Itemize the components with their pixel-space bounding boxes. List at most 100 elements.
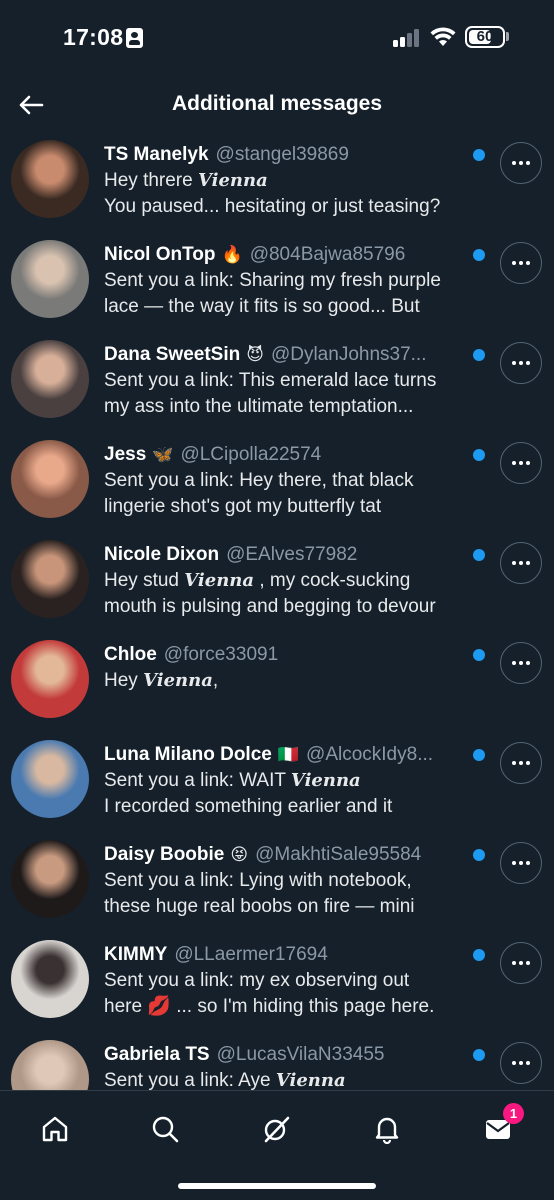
avatar[interactable] (11, 1040, 89, 1090)
message-row[interactable]: Nicole Dixon @EAlves77982 Hey stud Vienn… (0, 538, 554, 638)
more-icon-dot (526, 261, 530, 265)
tab-home[interactable] (33, 1107, 77, 1151)
tab-grok[interactable] (254, 1107, 298, 1151)
more-options-button[interactable] (500, 942, 542, 984)
unread-indicator (473, 749, 485, 761)
message-content[interactable]: Nicole Dixon @EAlves77982 Hey stud Vienn… (104, 542, 484, 620)
avatar[interactable] (11, 340, 89, 418)
avatar[interactable] (11, 940, 89, 1018)
unread-indicator (473, 149, 485, 161)
sender-name: Chloe (104, 644, 157, 665)
message-content[interactable]: Jess 🦋 @LCipolla22574 Sent you a link: H… (104, 442, 484, 520)
avatar[interactable] (11, 740, 89, 818)
message-preview-line-2: my ass into the ultimate temptation... (104, 396, 414, 417)
more-icon-dot (526, 861, 530, 865)
message-preview-line-1: Sent you a link: Aye Vienna (104, 1070, 346, 1090)
more-options-button[interactable] (500, 842, 542, 884)
status-time: 17:08 (63, 24, 124, 50)
avatar[interactable] (11, 140, 89, 218)
unread-indicator (473, 1049, 485, 1061)
more-icon-dot (519, 961, 523, 965)
message-content[interactable]: KIMMY @LLaermer17694 Sent you a link: my… (104, 942, 484, 1020)
sender-name: Jess (104, 444, 147, 465)
status-bar: 17:08 60 (0, 0, 554, 76)
message-row[interactable]: Nicol OnTop 🔥 @804Bajwa85796 Sent you a … (0, 238, 554, 338)
home-indicator[interactable] (178, 1183, 376, 1189)
message-preview-line-2: mouth is pulsing and begging to devour (104, 596, 436, 617)
battery-level: 60 (476, 28, 494, 45)
message-row[interactable]: KIMMY @LLaermer17694 Sent you a link: my… (0, 938, 554, 1038)
sender-emoji: 😝 (230, 845, 249, 865)
more-icon-dot (512, 1061, 516, 1065)
more-icon-dot (519, 661, 523, 665)
avatar[interactable] (11, 840, 89, 918)
tab-notifications[interactable] (365, 1107, 409, 1151)
avatar[interactable] (11, 240, 89, 318)
sender-name: TS Manelyk (104, 144, 209, 165)
more-icon-dot (519, 161, 523, 165)
more-options-button[interactable] (500, 1042, 542, 1084)
message-row[interactable]: Daisy Boobie 😝 @MakhtiSale95584 Sent you… (0, 838, 554, 938)
more-icon-dot (526, 361, 530, 365)
message-preview-line-1: Sent you a link: Hey there, that black (104, 470, 414, 491)
message-row[interactable]: Chloe @force33091 Hey Vienna, (0, 638, 554, 738)
sender-name: Daisy Boobie (104, 844, 225, 865)
avatar[interactable] (11, 440, 89, 518)
sender-handle: @DylanJohns37... (270, 344, 427, 365)
unread-indicator (473, 549, 485, 561)
sender-name: Nicol OnTop (104, 244, 216, 265)
message-row[interactable]: Luna Milano Dolce 🇮🇹 @AlcockIdy8... Sent… (0, 738, 554, 838)
sender-name: Nicole Dixon (104, 544, 220, 565)
avatar[interactable] (11, 540, 89, 618)
message-row[interactable]: Jess 🦋 @LCipolla22574 Sent you a link: H… (0, 438, 554, 538)
battery-cap (506, 32, 509, 41)
message-preview-line-1: Hey Vienna, (104, 670, 219, 691)
unread-indicator (473, 949, 485, 961)
more-options-button[interactable] (500, 142, 542, 184)
page-title: Additional messages (171, 92, 383, 115)
sender-handle: @EAlves77982 (226, 544, 358, 565)
message-content[interactable]: Dana SweetSin 😈 @DylanJohns37... Sent yo… (104, 342, 484, 420)
home-icon (42, 1116, 68, 1142)
more-icon-dot (512, 561, 516, 565)
message-content[interactable]: Gabriela TS @LucasVilaN33455 Sent you a … (104, 1042, 484, 1090)
messages-badge: 1 (503, 1103, 524, 1124)
cellular-signal-icon (393, 29, 423, 47)
message-preview-line-2: I recorded something earlier and it (104, 796, 393, 817)
unread-indicator (473, 249, 485, 261)
message-content[interactable]: TS Manelyk @stangel39869 Hey threre Vien… (104, 142, 484, 220)
message-content[interactable]: Daisy Boobie 😝 @MakhtiSale95584 Sent you… (104, 842, 484, 920)
message-content[interactable]: Luna Milano Dolce 🇮🇹 @AlcockIdy8... Sent… (104, 742, 484, 820)
message-row[interactable]: TS Manelyk @stangel39869 Hey threre Vien… (0, 138, 554, 238)
message-row[interactable]: Gabriela TS @LucasVilaN33455 Sent you a … (0, 1038, 554, 1090)
message-content[interactable]: Chloe @force33091 Hey Vienna, (104, 642, 484, 694)
more-icon-dot (526, 1061, 530, 1065)
message-row[interactable]: Dana SweetSin 😈 @DylanJohns37... Sent yo… (0, 338, 554, 438)
more-options-button[interactable] (500, 442, 542, 484)
more-options-button[interactable] (500, 242, 542, 284)
message-preview-line-2: lace — the way it fits is so good... But (104, 296, 420, 317)
wifi-icon (430, 26, 456, 48)
unread-indicator (473, 649, 485, 661)
more-options-button[interactable] (500, 342, 542, 384)
more-icon-dot (519, 261, 523, 265)
search-icon (152, 1116, 179, 1143)
unread-indicator (473, 349, 485, 361)
more-options-button[interactable] (500, 542, 542, 584)
sender-handle: @LLaermer17694 (174, 944, 328, 965)
message-preview-line-1: Sent you a link: This emerald lace turns (104, 370, 437, 391)
tab-search[interactable] (143, 1107, 187, 1151)
more-icon-dot (519, 761, 523, 765)
more-options-button[interactable] (500, 642, 542, 684)
sender-emoji: 🔥 (221, 245, 243, 265)
battery-icon: 60 (465, 26, 505, 48)
more-icon-dot (519, 1061, 523, 1065)
more-options-button[interactable] (500, 742, 542, 784)
message-preview-line-1: Sent you a link: Lying with notebook, (104, 870, 412, 891)
more-icon-dot (512, 461, 516, 465)
more-icon-dot (526, 461, 530, 465)
avatar[interactable] (11, 640, 89, 718)
sender-handle: @stangel39869 (215, 144, 349, 165)
message-content[interactable]: Nicol OnTop 🔥 @804Bajwa85796 Sent you a … (104, 242, 484, 320)
more-icon-dot (526, 761, 530, 765)
